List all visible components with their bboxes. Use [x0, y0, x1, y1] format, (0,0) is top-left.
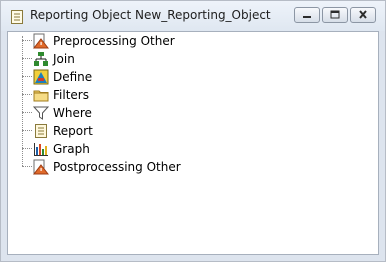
- tree-item-label: Join: [53, 52, 75, 66]
- tree-item-label: Postprocessing Other: [53, 160, 181, 174]
- tree-item-report[interactable]: Report: [22, 122, 222, 140]
- tree-item-label: Report: [53, 124, 93, 138]
- tree-item-where[interactable]: Where: [22, 104, 222, 122]
- tree-item-define[interactable]: Define: [22, 68, 222, 86]
- window-title: Reporting Object New_Reporting_Object: [30, 8, 271, 22]
- tree-item-label: Define: [53, 70, 93, 84]
- tree-panel: Preprocessing Other Join Define Filters …: [7, 31, 379, 255]
- filter-funnel-icon: [32, 105, 50, 121]
- graph-icon: [33, 141, 49, 157]
- preprocessing-icon: [32, 33, 50, 49]
- minimize-icon: [303, 16, 311, 18]
- tree-item-postprocessing-other[interactable]: Postprocessing Other: [22, 158, 222, 176]
- tree-item-preprocessing-other[interactable]: Preprocessing Other: [22, 32, 222, 50]
- tree-item-graph[interactable]: Graph: [22, 140, 222, 158]
- tree-item-label: Where: [53, 106, 92, 120]
- restore-icon: [330, 10, 340, 19]
- folder-icon: [33, 87, 49, 103]
- define-icon: [33, 69, 49, 85]
- join-icon: [33, 51, 49, 67]
- tree-item-join[interactable]: Join: [22, 50, 222, 68]
- report-icon: [33, 123, 49, 139]
- component-tree: Preprocessing Other Join Define Filters …: [8, 32, 378, 254]
- tree-item-label: Graph: [53, 142, 90, 156]
- close-icon: [359, 10, 367, 19]
- report-object-icon: [11, 9, 23, 24]
- tree-item-label: Preprocessing Other: [53, 34, 175, 48]
- title-bar[interactable]: Reporting Object New_Reporting_Object: [1, 1, 385, 31]
- tree-item-filters[interactable]: Filters: [22, 86, 222, 104]
- tree-item-label: Filters: [53, 88, 89, 102]
- close-button[interactable]: [350, 7, 376, 23]
- minimize-button[interactable]: [294, 7, 320, 23]
- postprocessing-icon: [32, 159, 50, 175]
- restore-button[interactable]: [322, 7, 348, 23]
- reporting-object-window: Reporting Object New_Reporting_Object Pr…: [0, 0, 386, 262]
- window-controls: [294, 7, 376, 24]
